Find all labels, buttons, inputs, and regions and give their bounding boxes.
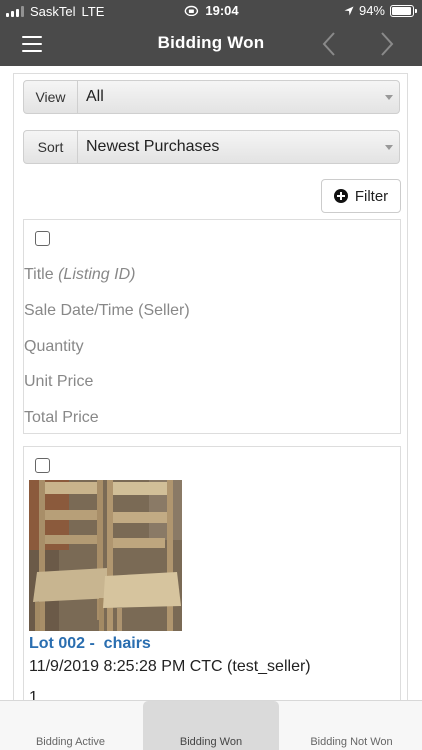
item-photo[interactable] — [29, 480, 182, 631]
tab-bidding-won[interactable]: Bidding Won — [143, 701, 279, 750]
screen-lock-icon — [184, 5, 199, 16]
carrier-name: SaskTel — [30, 4, 76, 19]
app-header: Bidding Won — [0, 22, 422, 66]
content-panel: View All Sort Newest Purchases Filter Ti… — [13, 73, 408, 713]
column-total-price: Total Price — [24, 409, 99, 426]
location-arrow-icon — [344, 6, 354, 15]
column-header-card: Title (Listing ID) Sale Date/Time (Selle… — [23, 219, 401, 434]
lot-title-link[interactable]: Lot 002 - chairs — [29, 635, 151, 653]
status-bar-right: 94% — [344, 3, 417, 18]
battery-percent: 94% — [358, 3, 385, 18]
tab-label: Bidding Won — [179, 736, 243, 748]
column-sale-date: Sale Date/Time (Seller) — [24, 302, 190, 319]
chevron-down-icon[interactable] — [379, 81, 399, 113]
filter-button-label: Filter — [354, 187, 389, 205]
tab-bidding-active[interactable]: Bidding Active — [0, 701, 141, 750]
view-select[interactable]: View All — [23, 80, 400, 114]
tab-label: Bidding Active — [35, 736, 106, 748]
view-select-label: View — [24, 81, 78, 113]
sale-date-text: 11/9/2019 8:25:28 PM CTC (test_seller) — [29, 658, 311, 675]
chevron-left-icon[interactable] — [316, 30, 344, 58]
column-quantity: Quantity — [24, 338, 84, 355]
bottom-tab-bar: Bidding Active Bidding Won Bidding Not W… — [0, 700, 422, 750]
view-select-value[interactable]: All — [78, 81, 379, 113]
filter-button[interactable]: Filter — [321, 179, 401, 213]
column-title-label: Title — [24, 266, 54, 283]
clock: 19:04 — [205, 3, 239, 18]
status-bar-center: 19:04 — [183, 3, 239, 18]
tab-label: Bidding Not Won — [310, 736, 393, 748]
status-bar: SaskTel LTE 19:04 94% — [0, 0, 422, 22]
sort-select-value[interactable]: Newest Purchases — [78, 131, 379, 163]
column-unit-price: Unit Price — [24, 373, 94, 390]
chevron-down-icon[interactable] — [379, 131, 399, 163]
chevron-right-icon[interactable] — [372, 30, 400, 58]
tab-bidding-not-won[interactable]: Bidding Not Won — [281, 701, 422, 750]
column-title: Title (Listing ID) — [24, 266, 135, 284]
sort-select[interactable]: Sort Newest Purchases — [23, 130, 400, 164]
plus-circle-icon — [333, 189, 348, 203]
status-bar-left: SaskTel LTE — [6, 4, 104, 19]
network-type: LTE — [81, 4, 105, 19]
select-all-checkbox[interactable] — [35, 231, 50, 246]
sort-select-label: Sort — [24, 131, 78, 163]
battery-icon — [390, 4, 417, 17]
page-title: Bidding Won — [157, 33, 265, 52]
signal-icon — [6, 6, 24, 17]
column-listing-id: (Listing ID) — [58, 266, 136, 283]
list-item: Lot 002 - chairs 11/9/2019 8:25:28 PM CT… — [23, 446, 401, 713]
item-checkbox[interactable] — [35, 458, 50, 473]
